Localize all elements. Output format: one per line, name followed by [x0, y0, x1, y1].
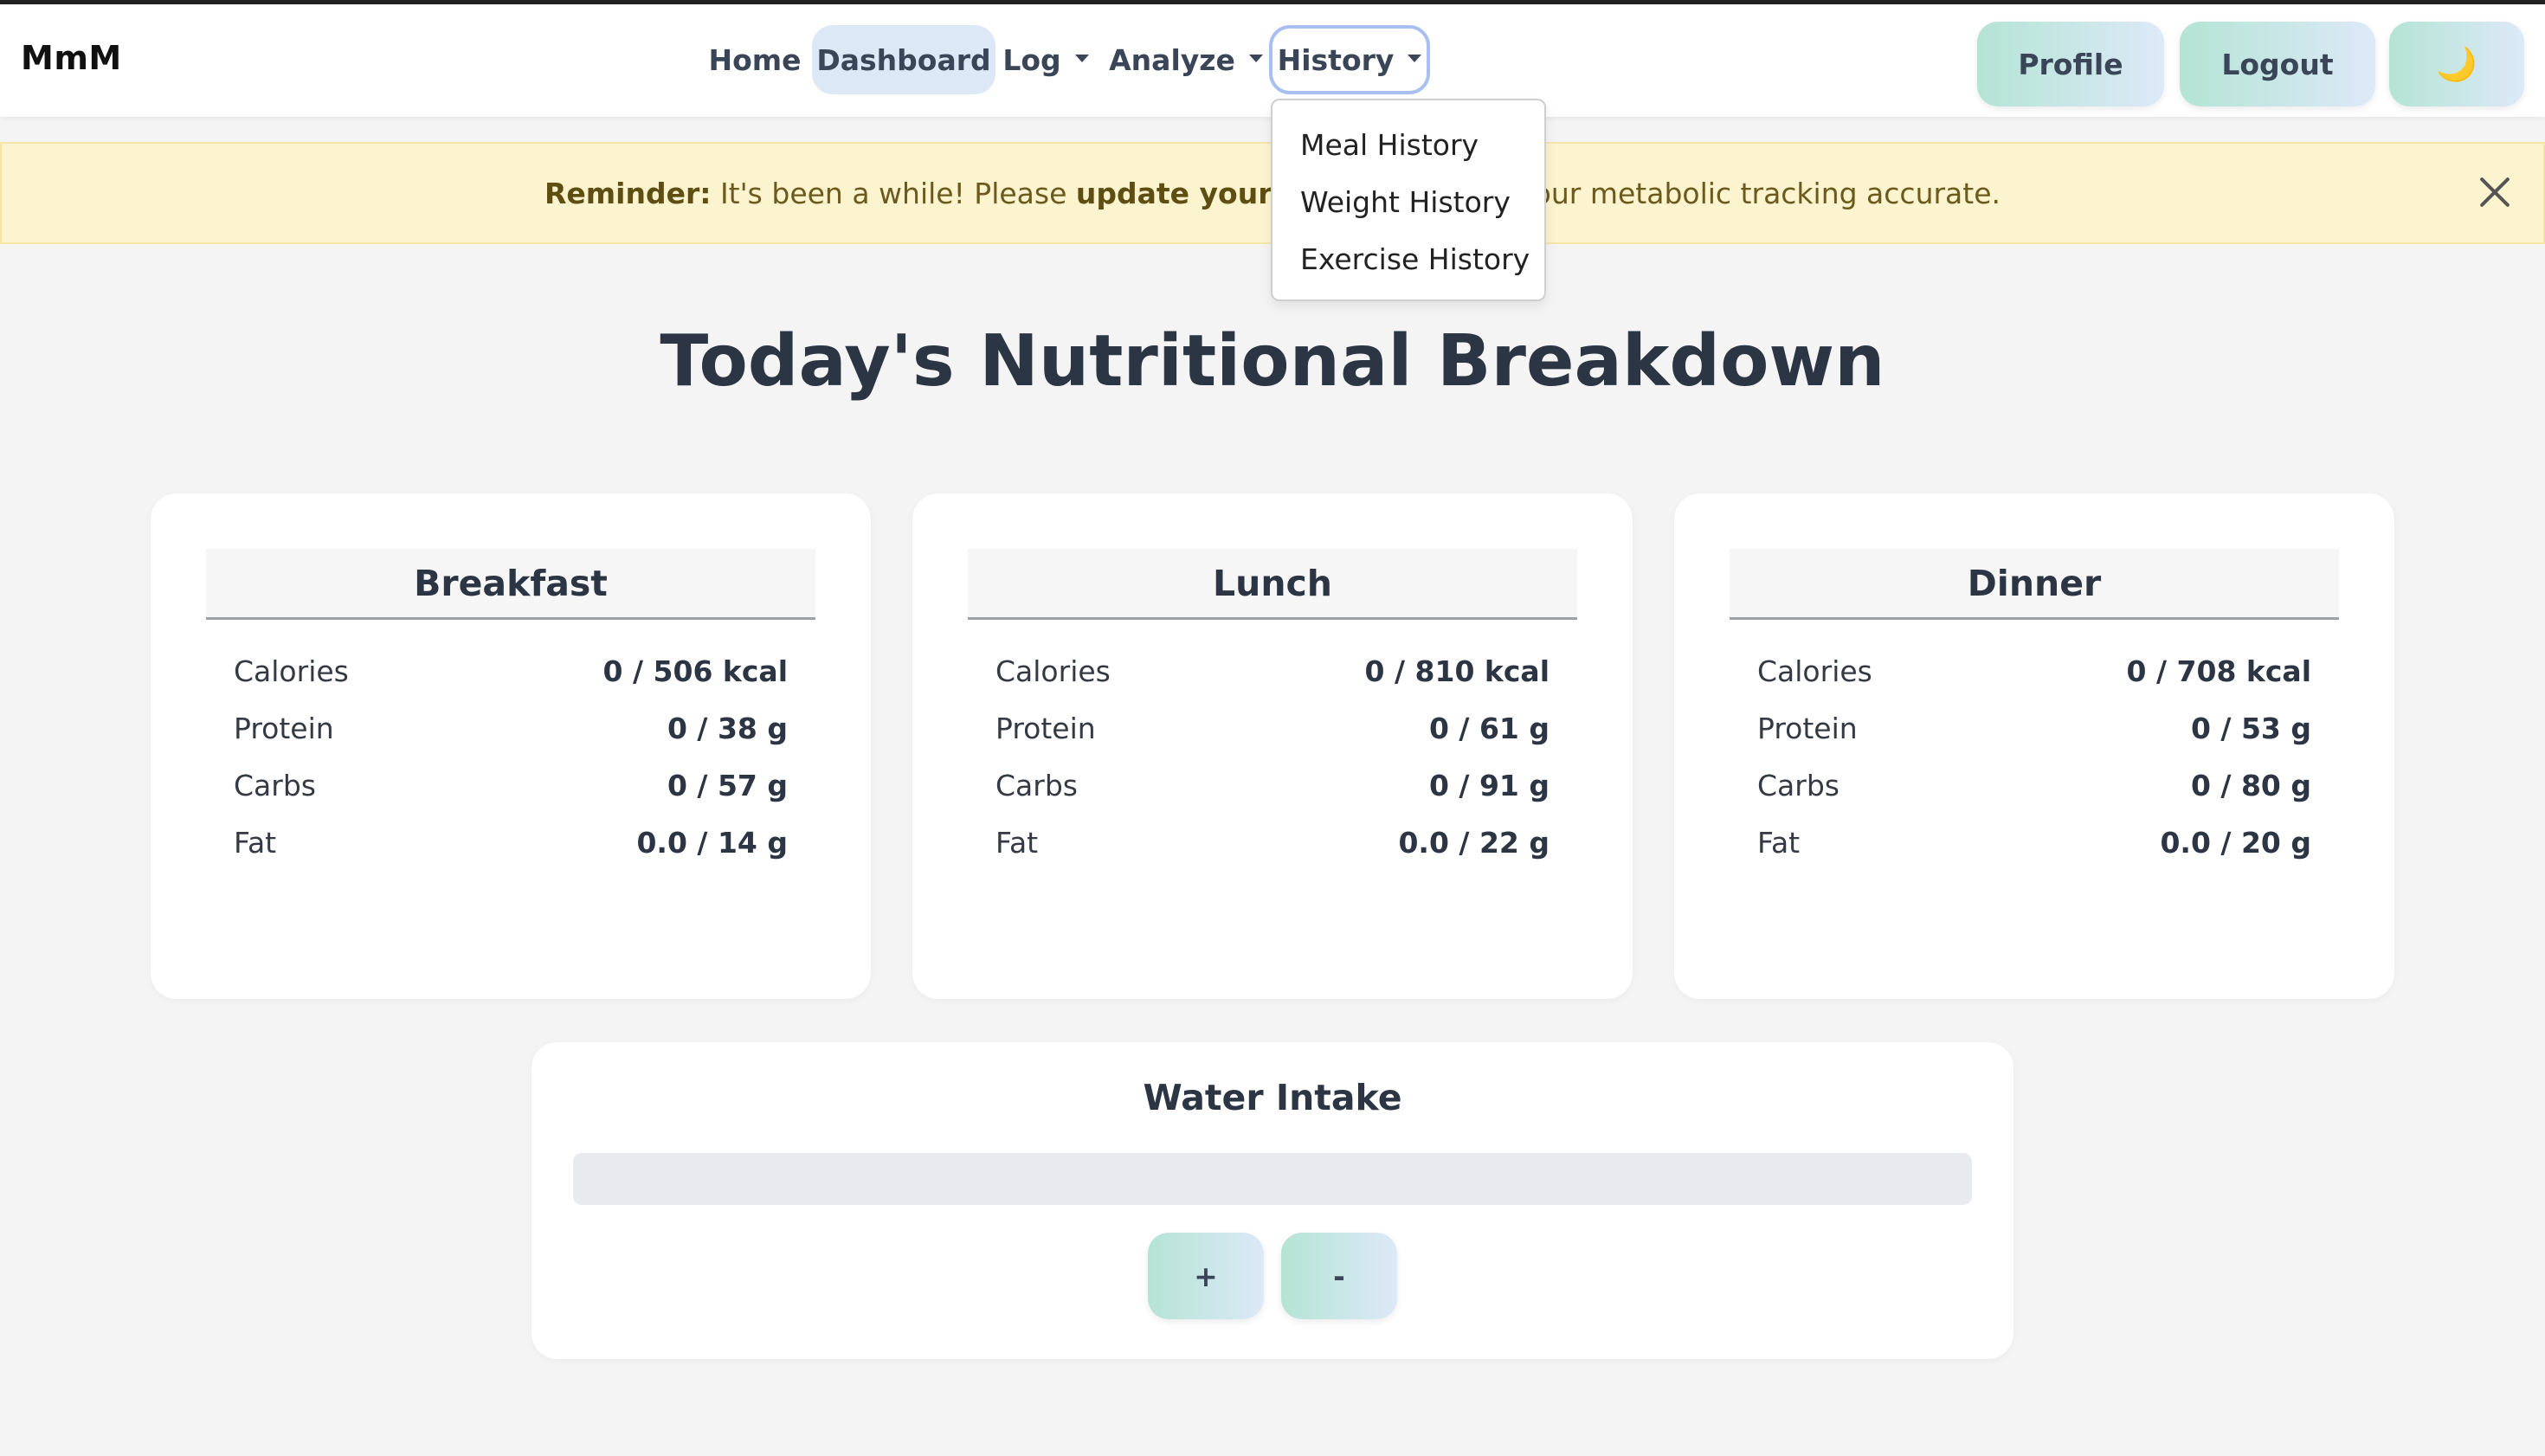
nutrient-row-calories: Calories 0 / 708 kcal: [1757, 642, 2311, 699]
nav-log-label: Log: [1002, 42, 1061, 77]
nutrient-value: 0 / 810 kcal: [1364, 654, 1550, 688]
moon-icon: 🌙: [2436, 44, 2477, 83]
nutrient-label: Protein: [1757, 711, 1858, 745]
nutrient-label: Carbs: [234, 768, 316, 802]
nutrient-row-calories: Calories 0 / 810 kcal: [995, 642, 1550, 699]
top-navbar: MmM Home Dashboard Log Analyze History P…: [0, 4, 2545, 117]
nutrient-row-calories: Calories 0 / 506 kcal: [234, 642, 788, 699]
nutrient-value: 0 / 80 g: [2190, 768, 2311, 802]
nutrient-label: Carbs: [995, 768, 1078, 802]
logout-button[interactable]: Logout: [2180, 22, 2375, 106]
dropdown-item-exercise-history[interactable]: Exercise History: [1272, 230, 1544, 287]
caret-down-icon: [1408, 54, 1422, 62]
dropdown-item-weight-history[interactable]: Weight History: [1272, 173, 1544, 230]
nutrient-label: Fat: [234, 825, 277, 860]
nutrient-row-carbs: Carbs 0 / 91 g: [995, 757, 1550, 814]
alert-text-before: It's been a while! Please: [711, 176, 1076, 210]
meal-title: Breakfast: [206, 549, 815, 620]
nav-history-label: History: [1277, 42, 1395, 77]
water-intake-title: Water Intake: [1143, 1077, 1402, 1118]
nutrient-row-protein: Protein 0 / 61 g: [995, 699, 1550, 757]
water-intake-card: Water Intake + -: [532, 1042, 2013, 1359]
nutrient-value: 0 / 708 kcal: [2126, 654, 2311, 688]
nutrient-value: 0 / 61 g: [1428, 711, 1550, 745]
nav-home-label: Home: [708, 42, 802, 77]
nutrient-label: Calories: [995, 654, 1111, 688]
nav-log-dropdown[interactable]: Log: [1002, 25, 1089, 94]
nutrient-row-fat: Fat 0.0 / 14 g: [234, 814, 788, 871]
nav-history-dropdown[interactable]: History: [1269, 25, 1430, 94]
nutrient-value: 0 / 57 g: [667, 768, 788, 802]
nav-home[interactable]: Home: [703, 25, 807, 94]
nutrient-value: 0.0 / 20 g: [2160, 825, 2311, 860]
nutrient-row-protein: Protein 0 / 38 g: [234, 699, 788, 757]
nutrient-label: Protein: [234, 711, 334, 745]
meal-title: Lunch: [968, 549, 1577, 620]
meal-card-breakfast: Breakfast Calories 0 / 506 kcal Protein …: [151, 493, 871, 999]
remove-water-button[interactable]: -: [1281, 1233, 1397, 1319]
nav-dashboard-label: Dashboard: [816, 42, 991, 77]
nutrient-label: Calories: [1757, 654, 1872, 688]
nutrient-label: Calories: [234, 654, 349, 688]
nutrient-value: 0.0 / 14 g: [636, 825, 788, 860]
nutrient-label: Protein: [995, 711, 1096, 745]
water-progress-bar: [573, 1153, 1972, 1205]
nutrient-label: Fat: [1757, 825, 1801, 860]
meal-card-dinner: Dinner Calories 0 / 708 kcal Protein 0 /…: [1674, 493, 2394, 999]
nutrient-row-fat: Fat 0.0 / 20 g: [1757, 814, 2311, 871]
page-title: Today's Nutritional Breakdown: [660, 320, 1885, 403]
nav-analyze-dropdown[interactable]: Analyze: [1109, 25, 1263, 94]
caret-down-icon: [1248, 54, 1263, 62]
nav-analyze-label: Analyze: [1109, 42, 1235, 77]
nutrient-label: Carbs: [1757, 768, 1839, 802]
add-water-button[interactable]: +: [1148, 1233, 1264, 1319]
close-icon[interactable]: [2476, 172, 2514, 210]
profile-button[interactable]: Profile: [1977, 22, 2164, 106]
nutrient-row-fat: Fat 0.0 / 22 g: [995, 814, 1550, 871]
nutrient-value: 0 / 38 g: [667, 711, 788, 745]
nav-dashboard[interactable]: Dashboard: [812, 25, 995, 94]
nutrient-label: Fat: [995, 825, 1039, 860]
nutrient-row-protein: Protein 0 / 53 g: [1757, 699, 2311, 757]
caret-down-icon: [1074, 54, 1089, 62]
theme-toggle-button[interactable]: 🌙: [2389, 22, 2524, 106]
nutrient-value: 0.0 / 22 g: [1398, 825, 1550, 860]
nutrient-row-carbs: Carbs 0 / 57 g: [234, 757, 788, 814]
nutrient-row-carbs: Carbs 0 / 80 g: [1757, 757, 2311, 814]
dropdown-item-meal-history[interactable]: Meal History: [1272, 116, 1544, 173]
meal-title: Dinner: [1730, 549, 2339, 620]
meal-card-lunch: Lunch Calories 0 / 810 kcal Protein 0 / …: [912, 493, 1633, 999]
history-dropdown-menu: Meal History Weight History Exercise His…: [1271, 99, 1546, 301]
alert-strong-prefix: Reminder:: [544, 176, 712, 210]
nutrient-value: 0 / 506 kcal: [602, 654, 788, 688]
nutrient-value: 0 / 53 g: [2190, 711, 2311, 745]
nutrient-value: 0 / 91 g: [1428, 768, 1550, 802]
